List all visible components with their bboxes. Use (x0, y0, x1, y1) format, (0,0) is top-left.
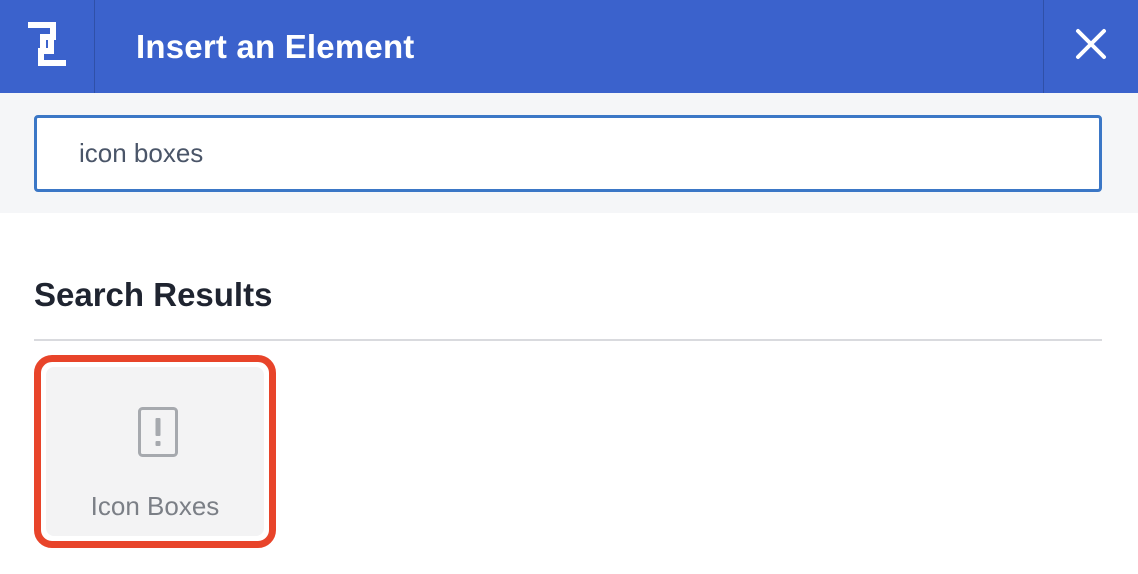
result-item-body[interactable]: Icon Boxes (46, 367, 264, 536)
divider (34, 339, 1102, 341)
modal-title: Insert an Element (136, 27, 415, 65)
close-icon[interactable] (1075, 28, 1107, 65)
logo (0, 0, 95, 93)
result-item-label: Icon Boxes (90, 491, 220, 521)
close-button[interactable] (1043, 0, 1138, 93)
search-bar (0, 93, 1138, 213)
modal-header: Insert an Element (0, 0, 1138, 93)
search-results-heading: Search Results (34, 276, 273, 313)
bracket-logo-icon (27, 21, 67, 72)
search-input[interactable] (34, 115, 1102, 192)
exclamation-box-icon (137, 406, 179, 463)
result-item-icon-boxes[interactable]: Icon Boxes (34, 355, 276, 548)
